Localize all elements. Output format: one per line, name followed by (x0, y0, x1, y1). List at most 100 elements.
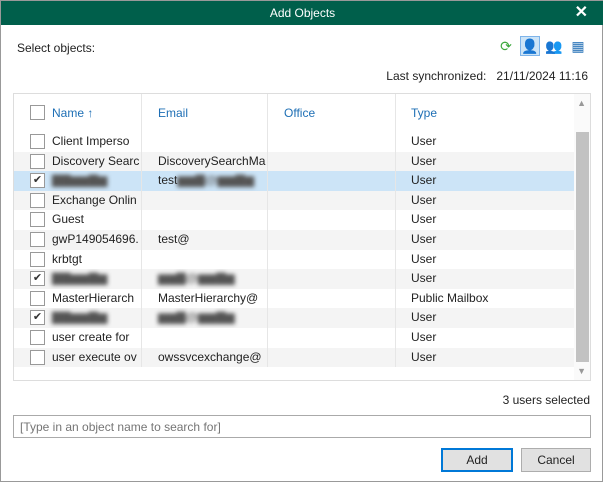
title-bar: Add Objects ✕ (1, 1, 603, 25)
cell-email (142, 210, 268, 230)
cell-type: User (411, 173, 437, 188)
cell-type: User (411, 231, 437, 246)
column-email[interactable]: Email (142, 94, 268, 132)
row-checkbox[interactable] (30, 212, 45, 228)
row-checkbox[interactable] (30, 251, 45, 267)
row-checkbox[interactable] (30, 231, 45, 247)
redacted-text: ▆▆▇@▆▆▇▆ (158, 271, 235, 286)
cell-type: User (411, 192, 437, 207)
cell-name: Discovery Searc (14, 151, 142, 172)
table-row[interactable]: ✔ ▇▇▆▆▇▆ ▆▆▇@▆▆▇▆ User (14, 308, 590, 328)
user-icon[interactable]: 👤 (520, 36, 540, 56)
table-row[interactable]: Guest User (14, 210, 590, 230)
row-checkbox[interactable] (30, 153, 45, 169)
cell-name: krbtgt (14, 249, 142, 270)
cell-office (268, 288, 396, 309)
cell-name: user execute ov (14, 347, 142, 368)
table-row[interactable]: user create for User (14, 327, 590, 348)
row-checkbox[interactable] (30, 290, 45, 306)
row-checkbox[interactable]: ✔ (30, 310, 45, 326)
table-row[interactable]: gwP149054696. test@ User (14, 229, 590, 250)
table-row[interactable]: krbtgt User (14, 249, 590, 270)
last-synchronized: Last synchronized: 21/11/2024 11:16 (376, 69, 588, 83)
select-all-checkbox[interactable] (30, 105, 45, 120)
cell-email: ▆▆▇@▆▆▇▆ (142, 308, 268, 328)
add-button[interactable]: Add (441, 448, 513, 472)
redacted-text: ▇▇▆▆▇▆ (52, 310, 108, 325)
group-icon[interactable]: 👥 (544, 36, 564, 56)
cell-type: User (411, 153, 437, 168)
cell-email (142, 249, 268, 270)
cell-email: owssvcexchange@ (142, 347, 268, 368)
cell-type: User (411, 271, 437, 286)
cell-office (268, 151, 396, 172)
row-checkbox[interactable] (30, 329, 45, 345)
close-icon[interactable]: ✕ (575, 1, 588, 25)
scrollbar-thumb[interactable] (576, 132, 589, 362)
table-row[interactable]: MasterHierarch MasterHierarchy@ Public M… (14, 288, 590, 309)
table-header: Name ↑ Email Office Type (14, 94, 590, 132)
cell-email (142, 190, 268, 211)
cell-office (268, 347, 396, 368)
cell-type: User (411, 349, 437, 364)
cell-type: User (411, 251, 437, 266)
cell-office (268, 269, 396, 289)
row-checkbox[interactable] (30, 134, 45, 149)
column-type[interactable]: Type (396, 94, 576, 132)
table-row[interactable]: user execute ov owssvcexchange@ User (14, 347, 590, 368)
cell-office (268, 308, 396, 328)
cell-type: User (411, 310, 437, 325)
cell-type: User (411, 134, 437, 148)
building-icon[interactable]: ▦ (568, 36, 588, 56)
table-row[interactable]: Discovery Searc DiscoverySearchMa User (14, 151, 590, 172)
cell-name: gwP149054696. (14, 229, 142, 250)
cell-name: user create for (14, 327, 142, 348)
cell-office (268, 190, 396, 211)
refresh-icon[interactable]: ⟳ (496, 36, 516, 56)
cancel-button[interactable]: Cancel (521, 448, 591, 472)
cell-office (268, 229, 396, 250)
cell-office (268, 210, 396, 230)
cell-email: test▆▆▇@▆▆▇▆ (142, 171, 268, 191)
cell-email (142, 327, 268, 348)
cell-name: ✔ ▇▇▆▆▇▆ (14, 171, 142, 191)
row-checkbox[interactable] (30, 192, 45, 208)
cell-email: ▆▆▇@▆▆▇▆ (142, 269, 268, 289)
cell-office (268, 132, 396, 152)
cell-name: Client Imperso (14, 132, 142, 152)
cell-type: User (411, 212, 437, 227)
scrollbar[interactable]: ▲ ▼ (574, 94, 590, 380)
cell-office (268, 249, 396, 270)
cell-type: Public Mailbox (411, 290, 489, 305)
cell-office (268, 327, 396, 348)
cell-email: test@ (142, 229, 268, 250)
cell-name: ✔ ▇▇▆▆▇▆ (14, 308, 142, 328)
row-checkbox[interactable] (30, 349, 45, 365)
selected-count: 3 users selected (502, 393, 590, 407)
redacted-text: ▆▆▇@▆▆▇▆ (158, 310, 235, 325)
select-objects-label: Select objects: (17, 41, 96, 55)
cell-type: User (411, 329, 437, 344)
row-checkbox[interactable]: ✔ (30, 271, 45, 287)
table-row[interactable]: ✔ ▇▇▆▆▇▆ ▆▆▇@▆▆▇▆ User (14, 269, 590, 289)
cell-email (142, 132, 268, 152)
sync-label: Last synchronized: (386, 69, 487, 83)
cell-email: DiscoverySearchMa (142, 151, 268, 172)
cell-name: Guest (14, 210, 142, 230)
table-row[interactable]: ✔ ▇▇▆▆▇▆ test▆▆▇@▆▆▇▆ User (14, 171, 590, 191)
table-row[interactable]: Exchange Onlin User (14, 190, 590, 211)
cell-name: MasterHierarch (14, 288, 142, 309)
table-row[interactable]: Client Imperso User (14, 132, 590, 152)
redacted-text: ▇▇▆▆▇▆ (52, 173, 108, 188)
cell-office (268, 171, 396, 191)
search-input[interactable] (13, 415, 591, 438)
objects-table: Name ↑ Email Office Type Client Imperso … (13, 93, 591, 381)
redacted-text: ▇▇▆▆▇▆ (52, 271, 108, 286)
row-checkbox[interactable]: ✔ (30, 173, 45, 189)
cell-name: ✔ ▇▇▆▆▇▆ (14, 269, 142, 289)
column-name[interactable]: Name ↑ (14, 94, 142, 132)
dialog-title: Add Objects (269, 6, 336, 20)
column-office[interactable]: Office (268, 94, 396, 132)
cell-email: MasterHierarchy@ (142, 288, 268, 309)
redacted-text: ▆▆▇@▆▆▇▆ (177, 173, 255, 188)
